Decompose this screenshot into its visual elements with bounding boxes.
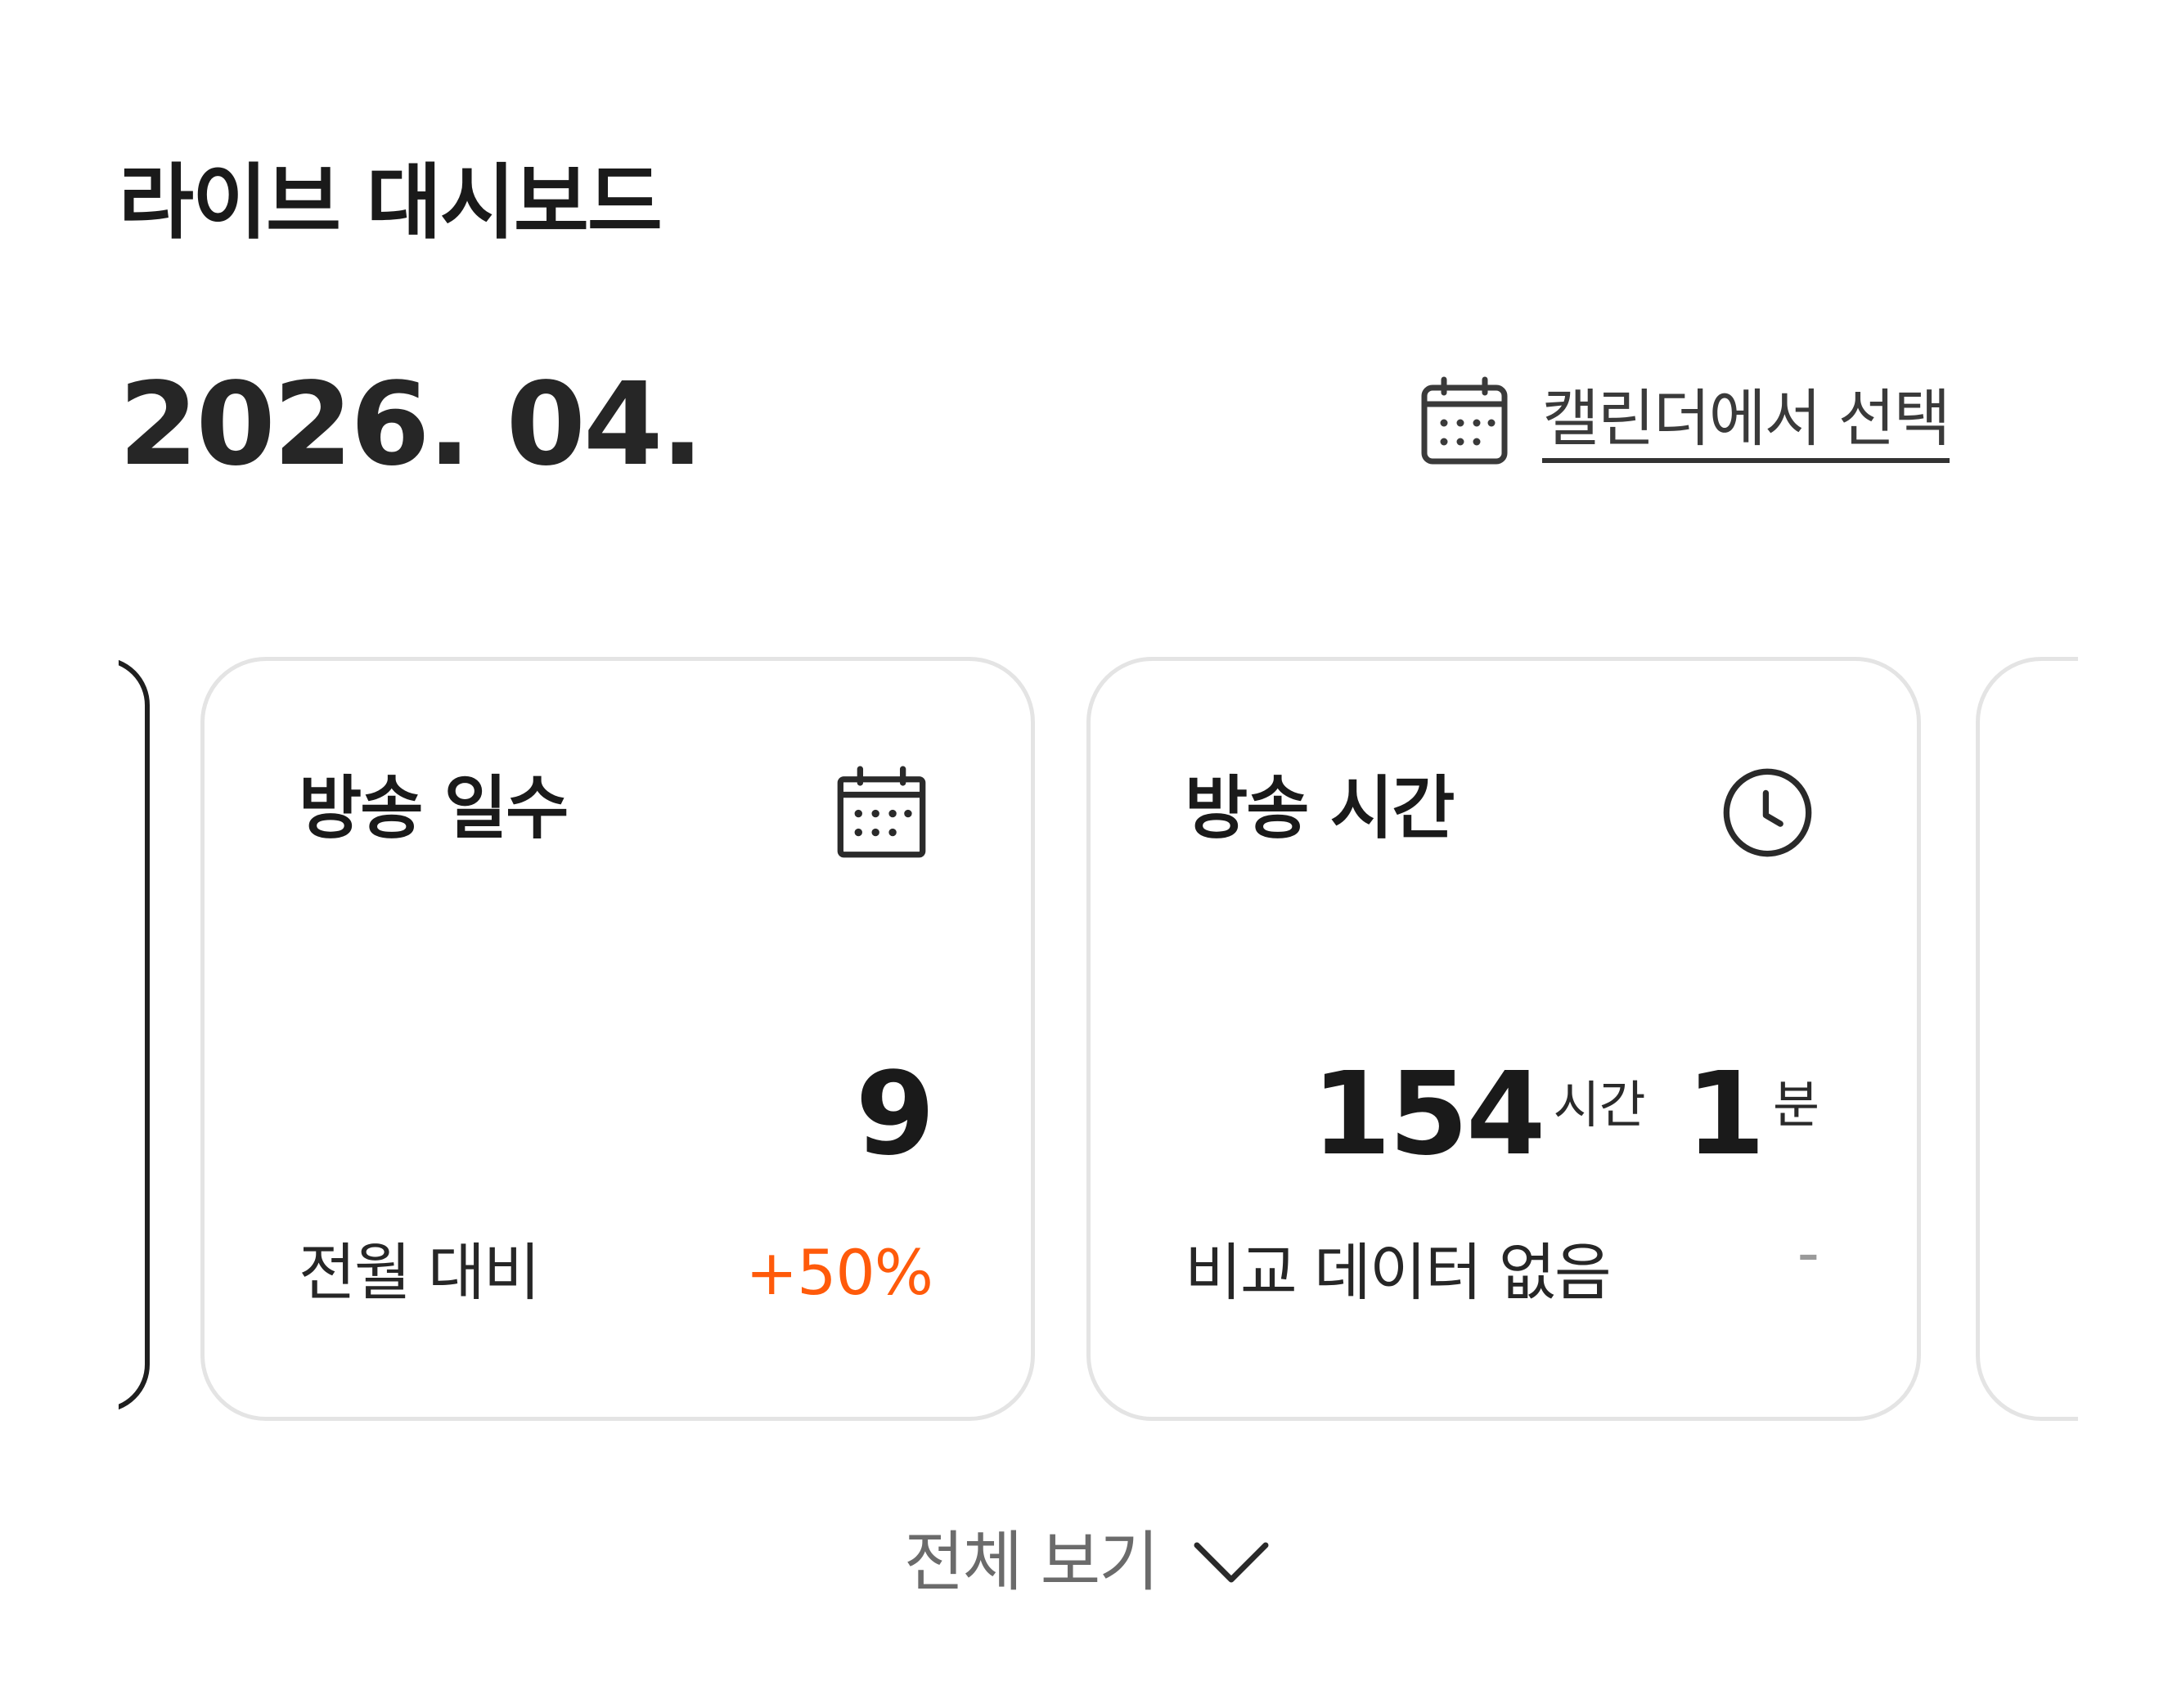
next-card-edge[interactable] [1976, 657, 2078, 1421]
calendar-icon [1421, 376, 1508, 465]
minutes-unit: 분 [1772, 1075, 1819, 1135]
hours-count: 154 [1311, 1048, 1545, 1181]
hours-unit: 시간 [1553, 1075, 1645, 1135]
broadcast-days-card[interactable]: 방송 일수 9 전월 대비 +50% [200, 657, 1035, 1421]
card-title: 방송 일수 [299, 768, 569, 848]
broadcast-days-value: 9 [855, 1048, 935, 1181]
broadcast-time-card[interactable]: 방송 시간 154 시간 1 분 비교 데이터 없음 - [1086, 657, 1921, 1421]
card-title: 방송 시간 [1185, 768, 1455, 848]
calendar-link-label: 캘린더에서 선택 [1542, 380, 1951, 463]
previous-card-edge[interactable] [119, 657, 150, 1413]
page-title: 라이브 대시보드 [119, 155, 663, 250]
view-all-label: 전체 보기 [904, 1524, 1159, 1600]
comparison-value: - [1797, 1216, 1819, 1289]
comparison-label: 전월 대비 [299, 1236, 541, 1309]
chevron-down-icon [1194, 1542, 1269, 1583]
broadcast-time-value: 154 시간 1 분 [1311, 1050, 1819, 1180]
days-count: 9 [855, 1048, 935, 1181]
stats-carousel[interactable]: 방송 일수 9 전월 대비 +50% 방송 시간 154 시간 1 분 비교 데… [119, 650, 2078, 1436]
view-all-button[interactable]: 전체 보기 [904, 1521, 1272, 1603]
minutes-count: 1 [1685, 1048, 1765, 1181]
clock-icon [1720, 766, 1815, 860]
comparison-value: +50% [745, 1236, 933, 1309]
comparison-label: 비교 데이터 없음 [1185, 1236, 1612, 1309]
calendar-icon [834, 766, 929, 860]
calendar-select-link[interactable]: 캘린더에서 선택 [1419, 372, 1951, 470]
month-label: 2026. 04. [119, 358, 704, 492]
